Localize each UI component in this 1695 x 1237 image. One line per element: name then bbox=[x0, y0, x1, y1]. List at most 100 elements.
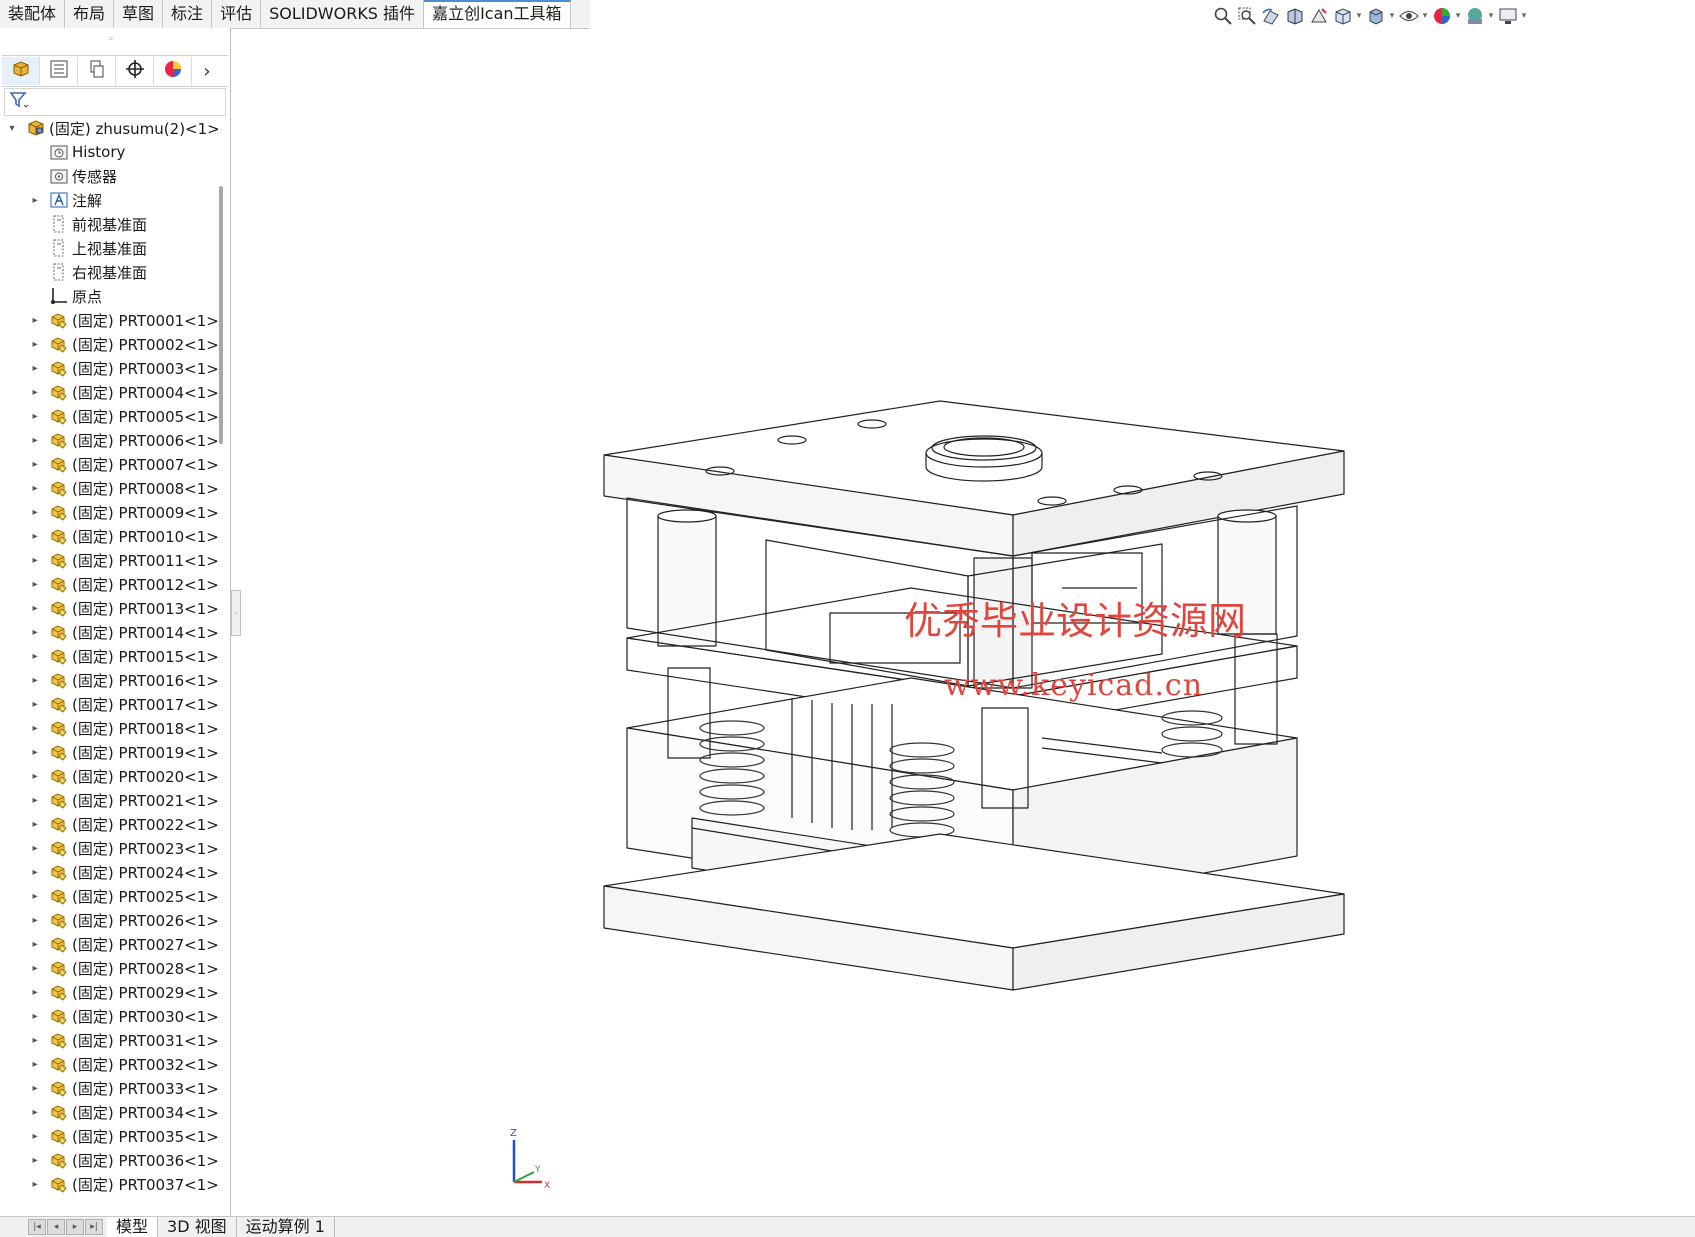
tree-item-0[interactable]: History bbox=[0, 140, 218, 164]
ribbon-tab-1[interactable]: 布局 bbox=[65, 0, 115, 28]
tree-part-13[interactable]: ▸ (固定) PRT0013<1> bbox=[0, 596, 218, 620]
expand-arrow-icon[interactable]: ▸ bbox=[30, 1131, 40, 1142]
tree-part-1[interactable]: ▸ (固定) PRT0001<1> bbox=[0, 308, 218, 332]
next-tab-button[interactable]: ▸ bbox=[66, 1219, 84, 1235]
tree-part-33[interactable]: ▸ (固定) PRT0033<1> bbox=[0, 1076, 218, 1100]
tree-part-18[interactable]: ▸ (固定) PRT0018<1> bbox=[0, 716, 218, 740]
expand-arrow-icon[interactable]: ▸ bbox=[30, 795, 40, 806]
zoom-to-fit-button[interactable] bbox=[1212, 3, 1234, 29]
tree-part-21[interactable]: ▸ (固定) PRT0021<1> bbox=[0, 788, 218, 812]
ribbon-tab-2[interactable]: 草图 bbox=[114, 0, 164, 28]
display-manager-tab[interactable] bbox=[154, 57, 192, 85]
dimxpert-manager-tab[interactable] bbox=[116, 57, 154, 85]
expand-arrow-icon[interactable]: ▸ bbox=[30, 459, 40, 470]
dropdown-arrow-icon[interactable]: ▾ bbox=[1520, 11, 1528, 21]
expand-arrow-icon[interactable]: ▸ bbox=[30, 843, 40, 854]
tree-part-16[interactable]: ▸ (固定) PRT0016<1> bbox=[0, 668, 218, 692]
dropdown-arrow-icon[interactable]: ▾ bbox=[1487, 11, 1495, 21]
prev-tab-button[interactable]: ◂ bbox=[47, 1219, 65, 1235]
expand-arrow-icon[interactable]: ▸ bbox=[30, 435, 40, 446]
expand-arrow-icon[interactable]: ▸ bbox=[30, 1083, 40, 1094]
bottom-tab-0[interactable]: 模型 bbox=[107, 1217, 159, 1237]
tree-part-3[interactable]: ▸ (固定) PRT0003<1> bbox=[0, 356, 218, 380]
expand-arrow-icon[interactable]: ▸ bbox=[30, 315, 40, 326]
tree-part-30[interactable]: ▸ (固定) PRT0030<1> bbox=[0, 1004, 218, 1028]
tree-part-22[interactable]: ▸ (固定) PRT0022<1> bbox=[0, 812, 218, 836]
tree-part-9[interactable]: ▸ (固定) PRT0009<1> bbox=[0, 500, 218, 524]
expand-arrow-icon[interactable]: ▸ bbox=[30, 771, 40, 782]
tree-part-31[interactable]: ▸ (固定) PRT0031<1> bbox=[0, 1028, 218, 1052]
tree-part-35[interactable]: ▸ (固定) PRT0035<1> bbox=[0, 1124, 218, 1148]
expand-arrow-icon[interactable]: ▸ bbox=[30, 939, 40, 950]
ribbon-tab-0[interactable]: 装配体 bbox=[0, 0, 66, 28]
expand-arrow-icon[interactable]: ▸ bbox=[30, 603, 40, 614]
tree-part-32[interactable]: ▸ (固定) PRT0032<1> bbox=[0, 1052, 218, 1076]
tree-part-2[interactable]: ▸ (固定) PRT0002<1> bbox=[0, 332, 218, 356]
tree-root-assembly[interactable]: ▾ (固定) zhusumu(2)<1> bbox=[0, 116, 218, 140]
expand-arrow-icon[interactable]: ▸ bbox=[30, 411, 40, 422]
ribbon-tab-5[interactable]: SOLIDWORKS 插件 bbox=[261, 0, 425, 28]
section-view-button[interactable] bbox=[1284, 3, 1306, 29]
view-orientation-button[interactable]: ▾ bbox=[1332, 3, 1363, 29]
tree-part-14[interactable]: ▸ (固定) PRT0014<1> bbox=[0, 620, 218, 644]
expand-arrow-icon[interactable]: ▸ bbox=[30, 195, 40, 206]
edit-appearance-button[interactable]: ▾ bbox=[1431, 3, 1462, 29]
tree-part-20[interactable]: ▸ (固定) PRT0020<1> bbox=[0, 764, 218, 788]
expand-arrow-icon[interactable]: ▸ bbox=[30, 699, 40, 710]
panel-grip[interactable]: ◦ bbox=[108, 34, 114, 45]
tree-item-1[interactable]: 传感器 bbox=[0, 164, 218, 188]
tree-item-6[interactable]: 原点 bbox=[0, 284, 218, 308]
expand-arrow-icon[interactable]: ▸ bbox=[30, 627, 40, 638]
expand-arrow-icon[interactable]: ▸ bbox=[30, 891, 40, 902]
tree-part-10[interactable]: ▸ (固定) PRT0010<1> bbox=[0, 524, 218, 548]
tree-part-19[interactable]: ▸ (固定) PRT0019<1> bbox=[0, 740, 218, 764]
ribbon-tab-6[interactable]: 嘉立创Ican工具箱 bbox=[424, 0, 571, 28]
expand-arrow-icon[interactable]: ▸ bbox=[30, 1155, 40, 1166]
tree-part-6[interactable]: ▸ (固定) PRT0006<1> bbox=[0, 428, 218, 452]
tree-part-11[interactable]: ▸ (固定) PRT0011<1> bbox=[0, 548, 218, 572]
tree-part-17[interactable]: ▸ (固定) PRT0017<1> bbox=[0, 692, 218, 716]
featuremanager-tree-tab[interactable] bbox=[2, 57, 40, 85]
expand-arrow-icon[interactable]: ▸ bbox=[30, 531, 40, 542]
tree-item-2[interactable]: ▸ 注解 bbox=[0, 188, 218, 212]
expand-arrow-icon[interactable]: ▸ bbox=[30, 1011, 40, 1022]
expand-arrow-icon[interactable]: ▸ bbox=[30, 915, 40, 926]
expand-arrow-icon[interactable]: ▸ bbox=[30, 819, 40, 830]
expand-arrow-icon[interactable]: ▸ bbox=[30, 747, 40, 758]
ribbon-tab-4[interactable]: 评估 bbox=[212, 0, 262, 28]
hide-show-items-button[interactable]: ▾ bbox=[1398, 3, 1429, 29]
bottom-tab-2[interactable]: 运动算例 1 bbox=[237, 1217, 335, 1237]
view-settings-button[interactable]: ▾ bbox=[1497, 3, 1528, 29]
expand-arrow-icon[interactable]: ▸ bbox=[30, 723, 40, 734]
expand-arrow-icon[interactable]: ▸ bbox=[30, 651, 40, 662]
tree-part-36[interactable]: ▸ (固定) PRT0036<1> bbox=[0, 1148, 218, 1172]
tree-part-8[interactable]: ▸ (固定) PRT0008<1> bbox=[0, 476, 218, 500]
expand-arrow-icon[interactable]: ▸ bbox=[30, 987, 40, 998]
dropdown-arrow-icon[interactable]: ▾ bbox=[1454, 11, 1462, 21]
tree-part-23[interactable]: ▸ (固定) PRT0023<1> bbox=[0, 836, 218, 860]
expand-arrow-icon[interactable]: ▸ bbox=[30, 867, 40, 878]
tree-item-5[interactable]: 右视基准面 bbox=[0, 260, 218, 284]
last-tab-button[interactable]: ▸| bbox=[85, 1219, 103, 1235]
configuration-manager-tab[interactable] bbox=[78, 57, 116, 85]
expand-arrow-icon[interactable]: ▸ bbox=[30, 339, 40, 350]
property-manager-tab[interactable] bbox=[40, 57, 78, 85]
tree-item-4[interactable]: 上视基准面 bbox=[0, 236, 218, 260]
dropdown-arrow-icon[interactable]: ▾ bbox=[1421, 11, 1429, 21]
expand-arrow-icon[interactable]: ▸ bbox=[30, 555, 40, 566]
tree-part-27[interactable]: ▸ (固定) PRT0027<1> bbox=[0, 932, 218, 956]
ribbon-tab-3[interactable]: 标注 bbox=[163, 0, 213, 28]
tree-part-26[interactable]: ▸ (固定) PRT0026<1> bbox=[0, 908, 218, 932]
tree-part-24[interactable]: ▸ (固定) PRT0024<1> bbox=[0, 860, 218, 884]
dropdown-arrow-icon[interactable]: ▾ bbox=[1355, 11, 1363, 21]
apply-scene-button[interactable]: ▾ bbox=[1464, 3, 1495, 29]
expand-arrow-icon[interactable]: ▸ bbox=[30, 1059, 40, 1070]
bottom-tab-1[interactable]: 3D 视图 bbox=[158, 1217, 237, 1237]
tree-part-25[interactable]: ▸ (固定) PRT0025<1> bbox=[0, 884, 218, 908]
tree-part-28[interactable]: ▸ (固定) PRT0028<1> bbox=[0, 956, 218, 980]
zoom-to-area-button[interactable] bbox=[1236, 3, 1258, 29]
expand-arrow-icon[interactable]: ▸ bbox=[30, 363, 40, 374]
more-tabs-button[interactable]: › bbox=[192, 57, 222, 85]
tree-part-34[interactable]: ▸ (固定) PRT0034<1> bbox=[0, 1100, 218, 1124]
display-style-button[interactable]: ▾ bbox=[1365, 3, 1396, 29]
